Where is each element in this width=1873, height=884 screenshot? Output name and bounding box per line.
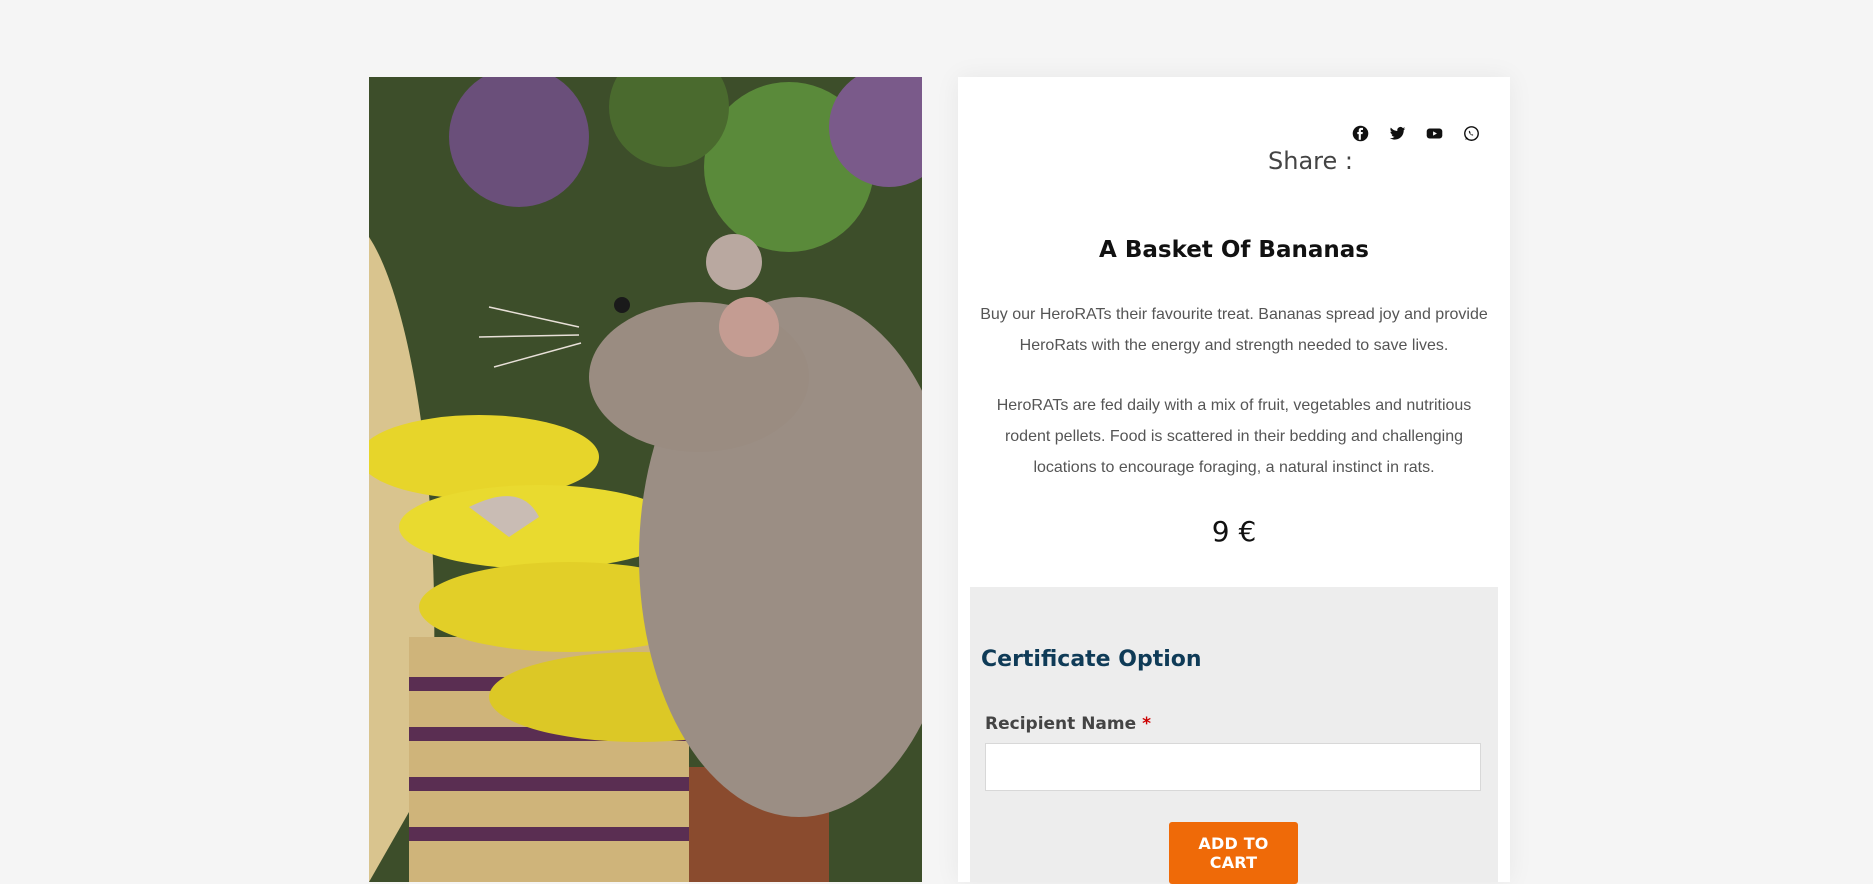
add-to-cart-button[interactable]: ADD TO CART <box>1169 822 1298 884</box>
recipient-name-input[interactable] <box>985 743 1481 791</box>
certificate-option-heading: Certificate Option <box>981 647 1202 672</box>
whatsapp-icon[interactable] <box>1463 125 1480 142</box>
product-price: 9 € <box>1211 515 1257 548</box>
product-description-1: Buy our HeroRATs their favourite treat. … <box>980 306 1488 354</box>
certificate-options-section: Certificate Option Recipient Name * ADD T… <box>970 587 1498 884</box>
share-icons <box>1352 125 1480 142</box>
rat-with-bananas-illustration <box>369 77 922 882</box>
youtube-icon[interactable] <box>1426 125 1443 142</box>
product-image <box>369 77 922 882</box>
twitter-icon[interactable] <box>1389 125 1406 142</box>
product-description-2: HeroRATs are fed daily with a mix of fru… <box>996 397 1472 476</box>
product-title: A Basket Of Bananas <box>1099 237 1369 263</box>
required-indicator: * <box>1142 714 1152 734</box>
facebook-icon[interactable] <box>1352 125 1369 142</box>
recipient-name-label: Recipient Name * <box>985 714 1151 734</box>
product-details-panel: Share : A Basket Of Bananas Buy our Hero… <box>958 77 1510 884</box>
recipient-name-label-text: Recipient Name <box>985 714 1137 734</box>
share-label: Share : <box>1268 147 1353 175</box>
